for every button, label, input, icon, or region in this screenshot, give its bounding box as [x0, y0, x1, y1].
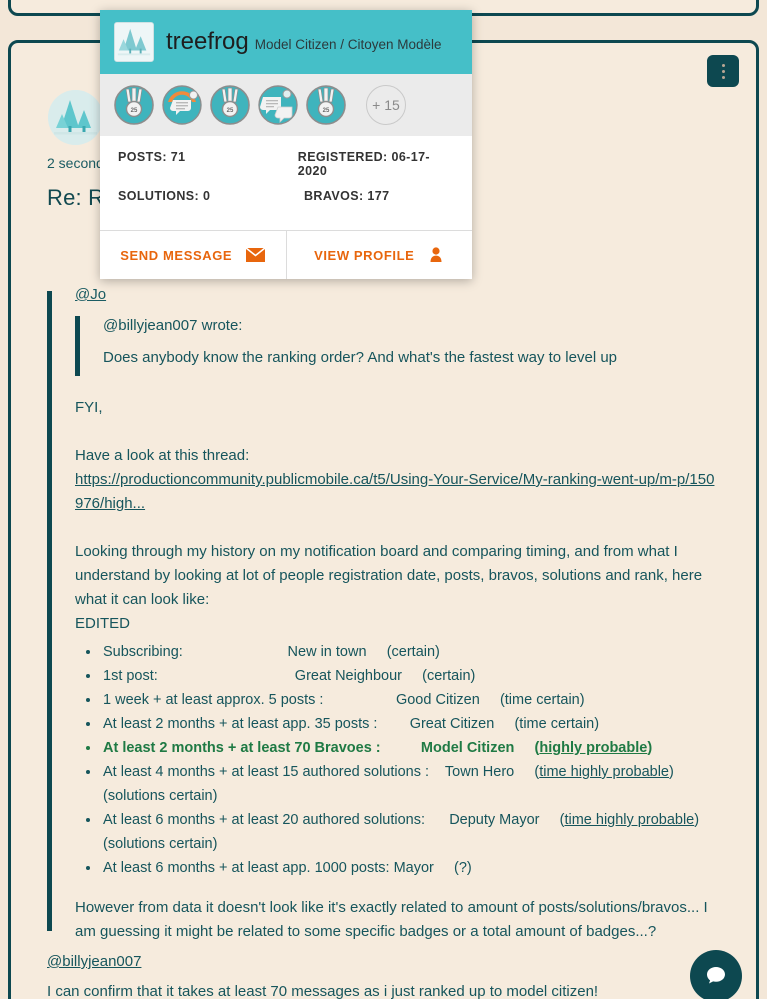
avatar[interactable] — [48, 90, 103, 145]
kebab-menu-icon[interactable] — [707, 55, 739, 87]
rank-name: Deputy Mayor — [449, 812, 540, 828]
hovercard-stats: POSTS: 71 REGISTERED: 06-17-2020 SOLUTIONS… — [100, 136, 472, 230]
send-message-label: SEND MESSAGE — [120, 247, 233, 263]
hovercard-actions: SEND MESSAGE VIEW PROFILE — [100, 230, 472, 279]
hovercard-rank-label: Model Citizen / Citoyen Modèle — [254, 37, 442, 52]
view-profile-button[interactable]: VIEW PROFILE — [285, 231, 473, 279]
rank-condition: Subscribing: — [103, 644, 183, 660]
however-text: However from data it doesn't look like i… — [75, 899, 708, 940]
rank-certainty: (highly probable) — [534, 740, 653, 756]
rank-list-item: At least 2 months + at least 70 Bravoes … — [101, 736, 717, 760]
quote-text: Does anybody know the ranking order? And… — [103, 349, 617, 366]
rank-condition: 1st post: — [103, 668, 158, 684]
final-confirm-text: I can confirm that it takes at least 70 … — [47, 983, 599, 999]
have-a-look-text: Have a look at this thread: — [75, 447, 250, 464]
rank-list-item: At least 6 months + at least 20 authored… — [101, 808, 717, 856]
chat-bubble-icon[interactable] — [690, 950, 742, 999]
speech-bubble-progress-badge[interactable] — [162, 85, 202, 125]
user-hovercard: treefrog Model Citizen / Citoyen Modèle 2… — [100, 10, 472, 279]
medal-25-badge[interactable]: 25 — [114, 85, 154, 125]
rank-certainty: (time certain) — [499, 692, 585, 708]
stat-row: SOLUTIONS: 0 BRAVOS: 177 — [118, 189, 454, 203]
hovercard-username[interactable]: treefrog — [166, 28, 249, 55]
rank-list-item: At least 2 months + at least app. 35 pos… — [101, 712, 717, 736]
rank-certainty: (time certain) — [514, 716, 600, 732]
stat-left: POSTS: 71 — [118, 150, 186, 164]
rank-list-item: Subscribing: New in town (certain) — [101, 640, 717, 664]
stat-row: POSTS: 71 REGISTERED: 06-17-2020 — [118, 150, 454, 178]
analysis-text: Looking through my history on my notific… — [75, 543, 703, 608]
rank-list-item: At least 4 months + at least 15 authored… — [101, 760, 717, 808]
rank-certainty: (?) — [454, 860, 472, 876]
svg-text:25: 25 — [131, 108, 138, 114]
ranking-list: Subscribing: New in town (certain)1st po… — [101, 640, 717, 880]
svg-text:25: 25 — [227, 108, 234, 114]
hovercard-avatar[interactable] — [114, 22, 154, 62]
rank-name: Good Citizen — [395, 692, 480, 708]
rank-certainty: (certain) — [422, 668, 476, 684]
rank-condition: At least 2 months + at least app. 35 pos… — [103, 716, 378, 732]
medal-25-badge[interactable]: 25 — [210, 85, 250, 125]
final-mention-link[interactable]: @billyjean007 — [47, 953, 141, 970]
rank-condition: At least 4 months + at least 15 authored… — [103, 764, 430, 780]
chat-glyph-icon — [707, 967, 725, 984]
view-profile-label: VIEW PROFILE — [314, 247, 415, 263]
rank-list-item: 1 week + at least approx. 5 posts : Good… — [101, 688, 717, 712]
rank-condition: At least 2 months + at least 70 Bravoes … — [103, 740, 381, 756]
stat-right: REGISTERED: 06-17-2020 — [297, 150, 430, 178]
rank-name: Town Hero — [444, 764, 515, 780]
rank-list-item: At least 6 months + at least app. 1000 p… — [101, 856, 717, 880]
fyi-text: FYI, — [75, 399, 103, 416]
screen: 2 second Re: Ra @Jo @billyjean007 wrote:… — [0, 0, 767, 999]
rank-certainty: (time highly probable) — [534, 764, 674, 780]
hovercard-badges: 25 25 25 + 15 — [100, 74, 472, 136]
conversation-badge[interactable] — [258, 85, 298, 125]
rank-name: New in town — [287, 644, 367, 660]
medal-25-badge[interactable]: 25 — [306, 85, 346, 125]
thread-url-link[interactable]: https://productioncommunity.publicmobile… — [75, 468, 717, 516]
stat-left: SOLUTIONS: 0 — [118, 189, 211, 203]
rank-extra: (solutions certain) — [103, 788, 218, 804]
trees-avatar-icon — [48, 90, 103, 145]
stat-right: BRAVOS: 177 — [304, 189, 390, 203]
trees-avatar-icon — [115, 23, 153, 61]
hovercard-header: treefrog Model Citizen / Citoyen Modèle — [100, 10, 472, 74]
quote-author: @billyjean007 wrote: — [103, 317, 243, 334]
envelope-icon — [246, 248, 266, 262]
more-badges-button[interactable]: + 15 — [366, 85, 406, 125]
rank-certainty: (certain) — [386, 644, 440, 660]
rank-name: Model Citizen — [420, 740, 515, 756]
post-timestamp: 2 second — [47, 155, 104, 171]
person-icon — [430, 247, 442, 262]
rank-name: Great Citizen — [409, 716, 495, 732]
rank-certainty: (time highly probable) — [559, 812, 700, 828]
inner-quote: @billyjean007 wrote: Does anybody know t… — [75, 314, 717, 376]
send-message-button[interactable]: SEND MESSAGE — [100, 231, 286, 279]
rank-condition: 1 week + at least approx. 5 posts : — [103, 692, 324, 708]
svg-text:25: 25 — [323, 108, 330, 114]
rank-condition: At least 6 months + at least 20 authored… — [103, 812, 426, 828]
rank-name: Great Neighbour — [294, 668, 402, 684]
rank-condition: At least 6 months + at least app. 1000 p… — [103, 860, 434, 876]
rank-extra: (solutions certain) — [103, 836, 218, 852]
hovercard-identity: treefrog Model Citizen / Citoyen Modèle — [166, 28, 442, 56]
rank-list-item: 1st post: Great Neighbour (certain) — [101, 664, 717, 688]
reply-mention-link[interactable]: @Jo — [75, 286, 106, 303]
edited-label: EDITED — [75, 615, 131, 632]
quoted-post-block: @Jo @billyjean007 wrote: Does anybody kn… — [47, 286, 717, 944]
